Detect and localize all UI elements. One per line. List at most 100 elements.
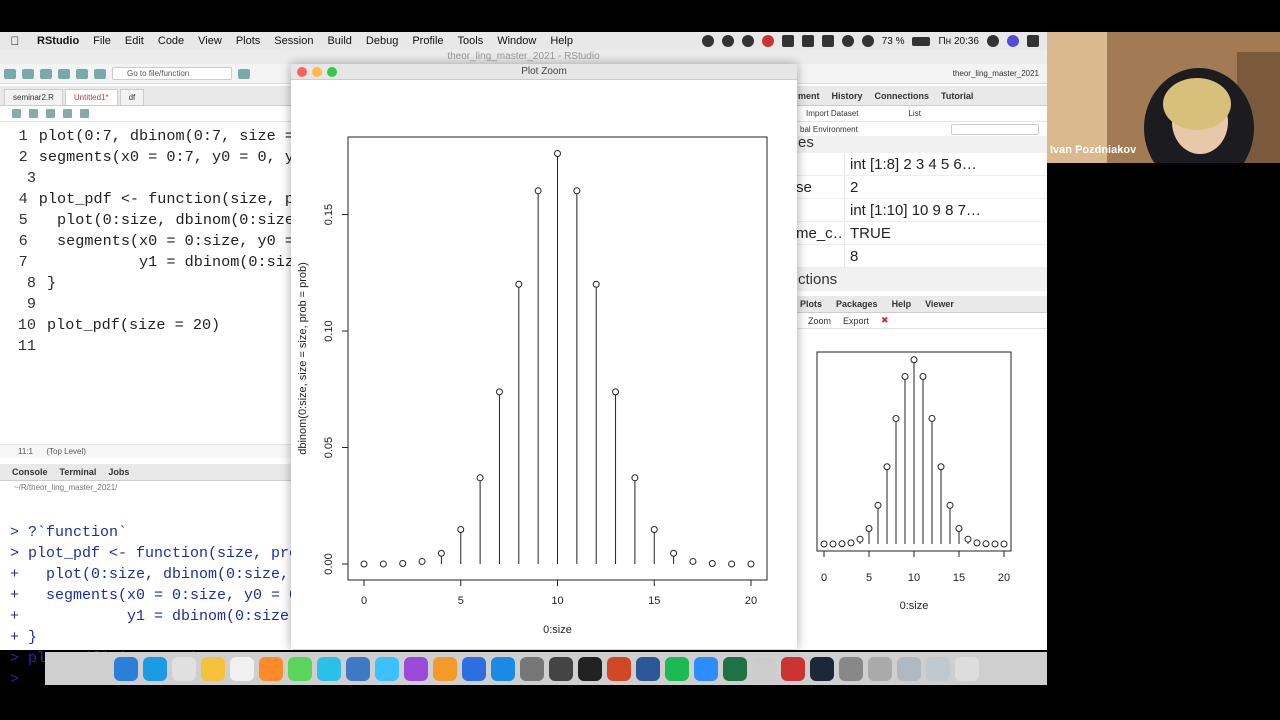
goto-file-input[interactable]: Go to file/function	[112, 67, 232, 80]
siri-icon[interactable]	[1007, 35, 1019, 47]
wifi-icon[interactable]	[841, 35, 854, 47]
menu-plots[interactable]: Plots	[229, 35, 267, 47]
dock-app-icon[interactable]	[954, 656, 979, 681]
menu-session[interactable]: Session	[267, 35, 320, 47]
dock-app-icon[interactable]	[519, 656, 544, 681]
environment-search[interactable]	[951, 123, 1039, 135]
export-button[interactable]: Export	[843, 316, 869, 326]
tab-plots[interactable]: Plots	[800, 299, 822, 309]
dock-app-icon[interactable]	[403, 656, 428, 681]
dock-app-icon[interactable]	[693, 656, 718, 681]
search-icon[interactable]	[987, 35, 999, 47]
tab-help[interactable]: Help	[892, 299, 912, 309]
environment-row[interactable]: se 2	[796, 176, 1047, 199]
dock-app-icon[interactable]	[113, 656, 138, 681]
menu-code[interactable]: Code	[151, 35, 191, 47]
tab-terminal[interactable]: Terminal	[60, 467, 97, 477]
import-dataset-button[interactable]: Import Dataset	[806, 109, 858, 118]
tab-console[interactable]: Console	[12, 467, 48, 477]
menu-file[interactable]: File	[86, 35, 118, 47]
bluetooth-icon[interactable]	[801, 35, 814, 47]
zoom-button[interactable]: Zoom	[808, 316, 831, 326]
dock-app-icon[interactable]	[142, 656, 167, 681]
grid-icon[interactable]	[238, 68, 250, 79]
battery-icon[interactable]	[912, 36, 931, 46]
dock-app-icon[interactable]	[548, 656, 573, 681]
code-line[interactable]: 6 segments(x0 = 0:size, y0 =	[0, 231, 294, 252]
project-selector[interactable]: theor_ling_master_2021	[953, 69, 1047, 78]
menu-window[interactable]: Window	[490, 35, 543, 47]
view-mode-selector[interactable]: List	[908, 109, 920, 118]
code-line[interactable]: 10 plot_pdf(size = 20)	[0, 315, 294, 336]
environment-scope[interactable]: bal Environment	[800, 125, 858, 134]
dock-app-icon[interactable]	[461, 656, 486, 681]
dock-app-icon[interactable]	[229, 656, 254, 681]
control-center-icon[interactable]	[1027, 35, 1039, 47]
new-project-icon[interactable]	[22, 68, 34, 79]
back-icon[interactable]	[12, 109, 21, 118]
dock-app-icon[interactable]	[577, 656, 602, 681]
dock-app-icon[interactable]	[635, 656, 660, 681]
scope-selector[interactable]: (Top Level)	[46, 447, 86, 456]
tab-environment[interactable]: ment	[798, 91, 820, 101]
tab-viewer[interactable]: Viewer	[925, 299, 954, 309]
menu-tools[interactable]: Tools	[451, 35, 491, 47]
code-line[interactable]: 1 plot(0:7, dbinom(0:7, size =	[0, 126, 294, 147]
close-window-button[interactable]	[297, 67, 307, 77]
dock-app-icon[interactable]	[432, 656, 457, 681]
print-icon[interactable]	[94, 68, 106, 79]
menu-view[interactable]: View	[191, 35, 229, 47]
open-file-icon[interactable]	[40, 68, 52, 79]
menu-rstudio[interactable]: RStudio	[30, 35, 86, 47]
dock-app-icon[interactable]	[606, 656, 631, 681]
code-line[interactable]: 11	[0, 336, 294, 357]
dock-app-icon[interactable]	[258, 656, 283, 681]
code-line[interactable]: 2 segments(x0 = 0:7, y0 = 0, y	[0, 147, 294, 168]
code-line[interactable]: 8}	[0, 273, 294, 294]
dock-app-icon[interactable]	[867, 656, 892, 681]
tab-untitled1[interactable]: Untitled1*	[64, 89, 118, 105]
tab-tutorial[interactable]: Tutorial	[941, 91, 973, 101]
forward-icon[interactable]	[29, 109, 38, 118]
dock-app-icon[interactable]	[374, 656, 399, 681]
code-line[interactable]: 4 plot_pdf <- function(size, p	[0, 189, 294, 210]
wand-icon[interactable]	[80, 109, 89, 118]
dock-app-icon[interactable]	[896, 656, 921, 681]
tab-seminar2[interactable]: seminar2.R	[4, 89, 63, 105]
screen-share-icon[interactable]	[781, 35, 794, 47]
tab-history[interactable]: History	[832, 91, 863, 101]
dock-app-icon[interactable]	[838, 656, 863, 681]
remove-plot-icon[interactable]: ✖	[881, 315, 889, 326]
tab-packages[interactable]: Packages	[836, 299, 878, 309]
status-icon[interactable]	[721, 35, 734, 47]
menu-debug[interactable]: Debug	[359, 35, 405, 47]
clock[interactable]: Пн 20:36	[938, 36, 979, 47]
maximize-window-button[interactable]	[327, 67, 337, 77]
status-icon[interactable]	[741, 35, 754, 47]
find-icon[interactable]	[63, 109, 72, 118]
menu-help[interactable]: Help	[543, 35, 580, 47]
dock-app-icon[interactable]	[664, 656, 689, 681]
battery-percent[interactable]: 73 %	[882, 36, 905, 47]
dock-app-icon[interactable]	[200, 656, 225, 681]
code-line[interactable]: 5 plot(0:size, dbinom(0:size	[0, 210, 294, 231]
code-line[interactable]: 7 y1 = dbinom(0:siz	[0, 252, 294, 273]
code-line[interactable]: 9	[0, 294, 294, 315]
record-icon[interactable]	[761, 35, 774, 47]
menu-edit[interactable]: Edit	[118, 35, 151, 47]
menu-profile[interactable]: Profile	[405, 35, 450, 47]
new-file-icon[interactable]	[4, 68, 16, 79]
minimize-window-button[interactable]	[312, 67, 322, 77]
code-line[interactable]: 3	[0, 168, 294, 189]
dock-app-icon[interactable]	[345, 656, 370, 681]
menu-build[interactable]: Build	[320, 35, 358, 47]
save-all-icon[interactable]	[76, 68, 88, 79]
volume-icon[interactable]	[861, 35, 874, 47]
dock-app-icon[interactable]	[780, 656, 805, 681]
dock-app-icon[interactable]	[316, 656, 341, 681]
code-area[interactable]: 1 plot(0:7, dbinom(0:7, size = 2 segments(x…	[0, 122, 294, 357]
apple-icon[interactable]: 	[0, 34, 30, 48]
save-icon[interactable]	[46, 109, 55, 118]
environment-row[interactable]: 8	[796, 245, 1047, 268]
tab-jobs[interactable]: Jobs	[108, 467, 129, 477]
